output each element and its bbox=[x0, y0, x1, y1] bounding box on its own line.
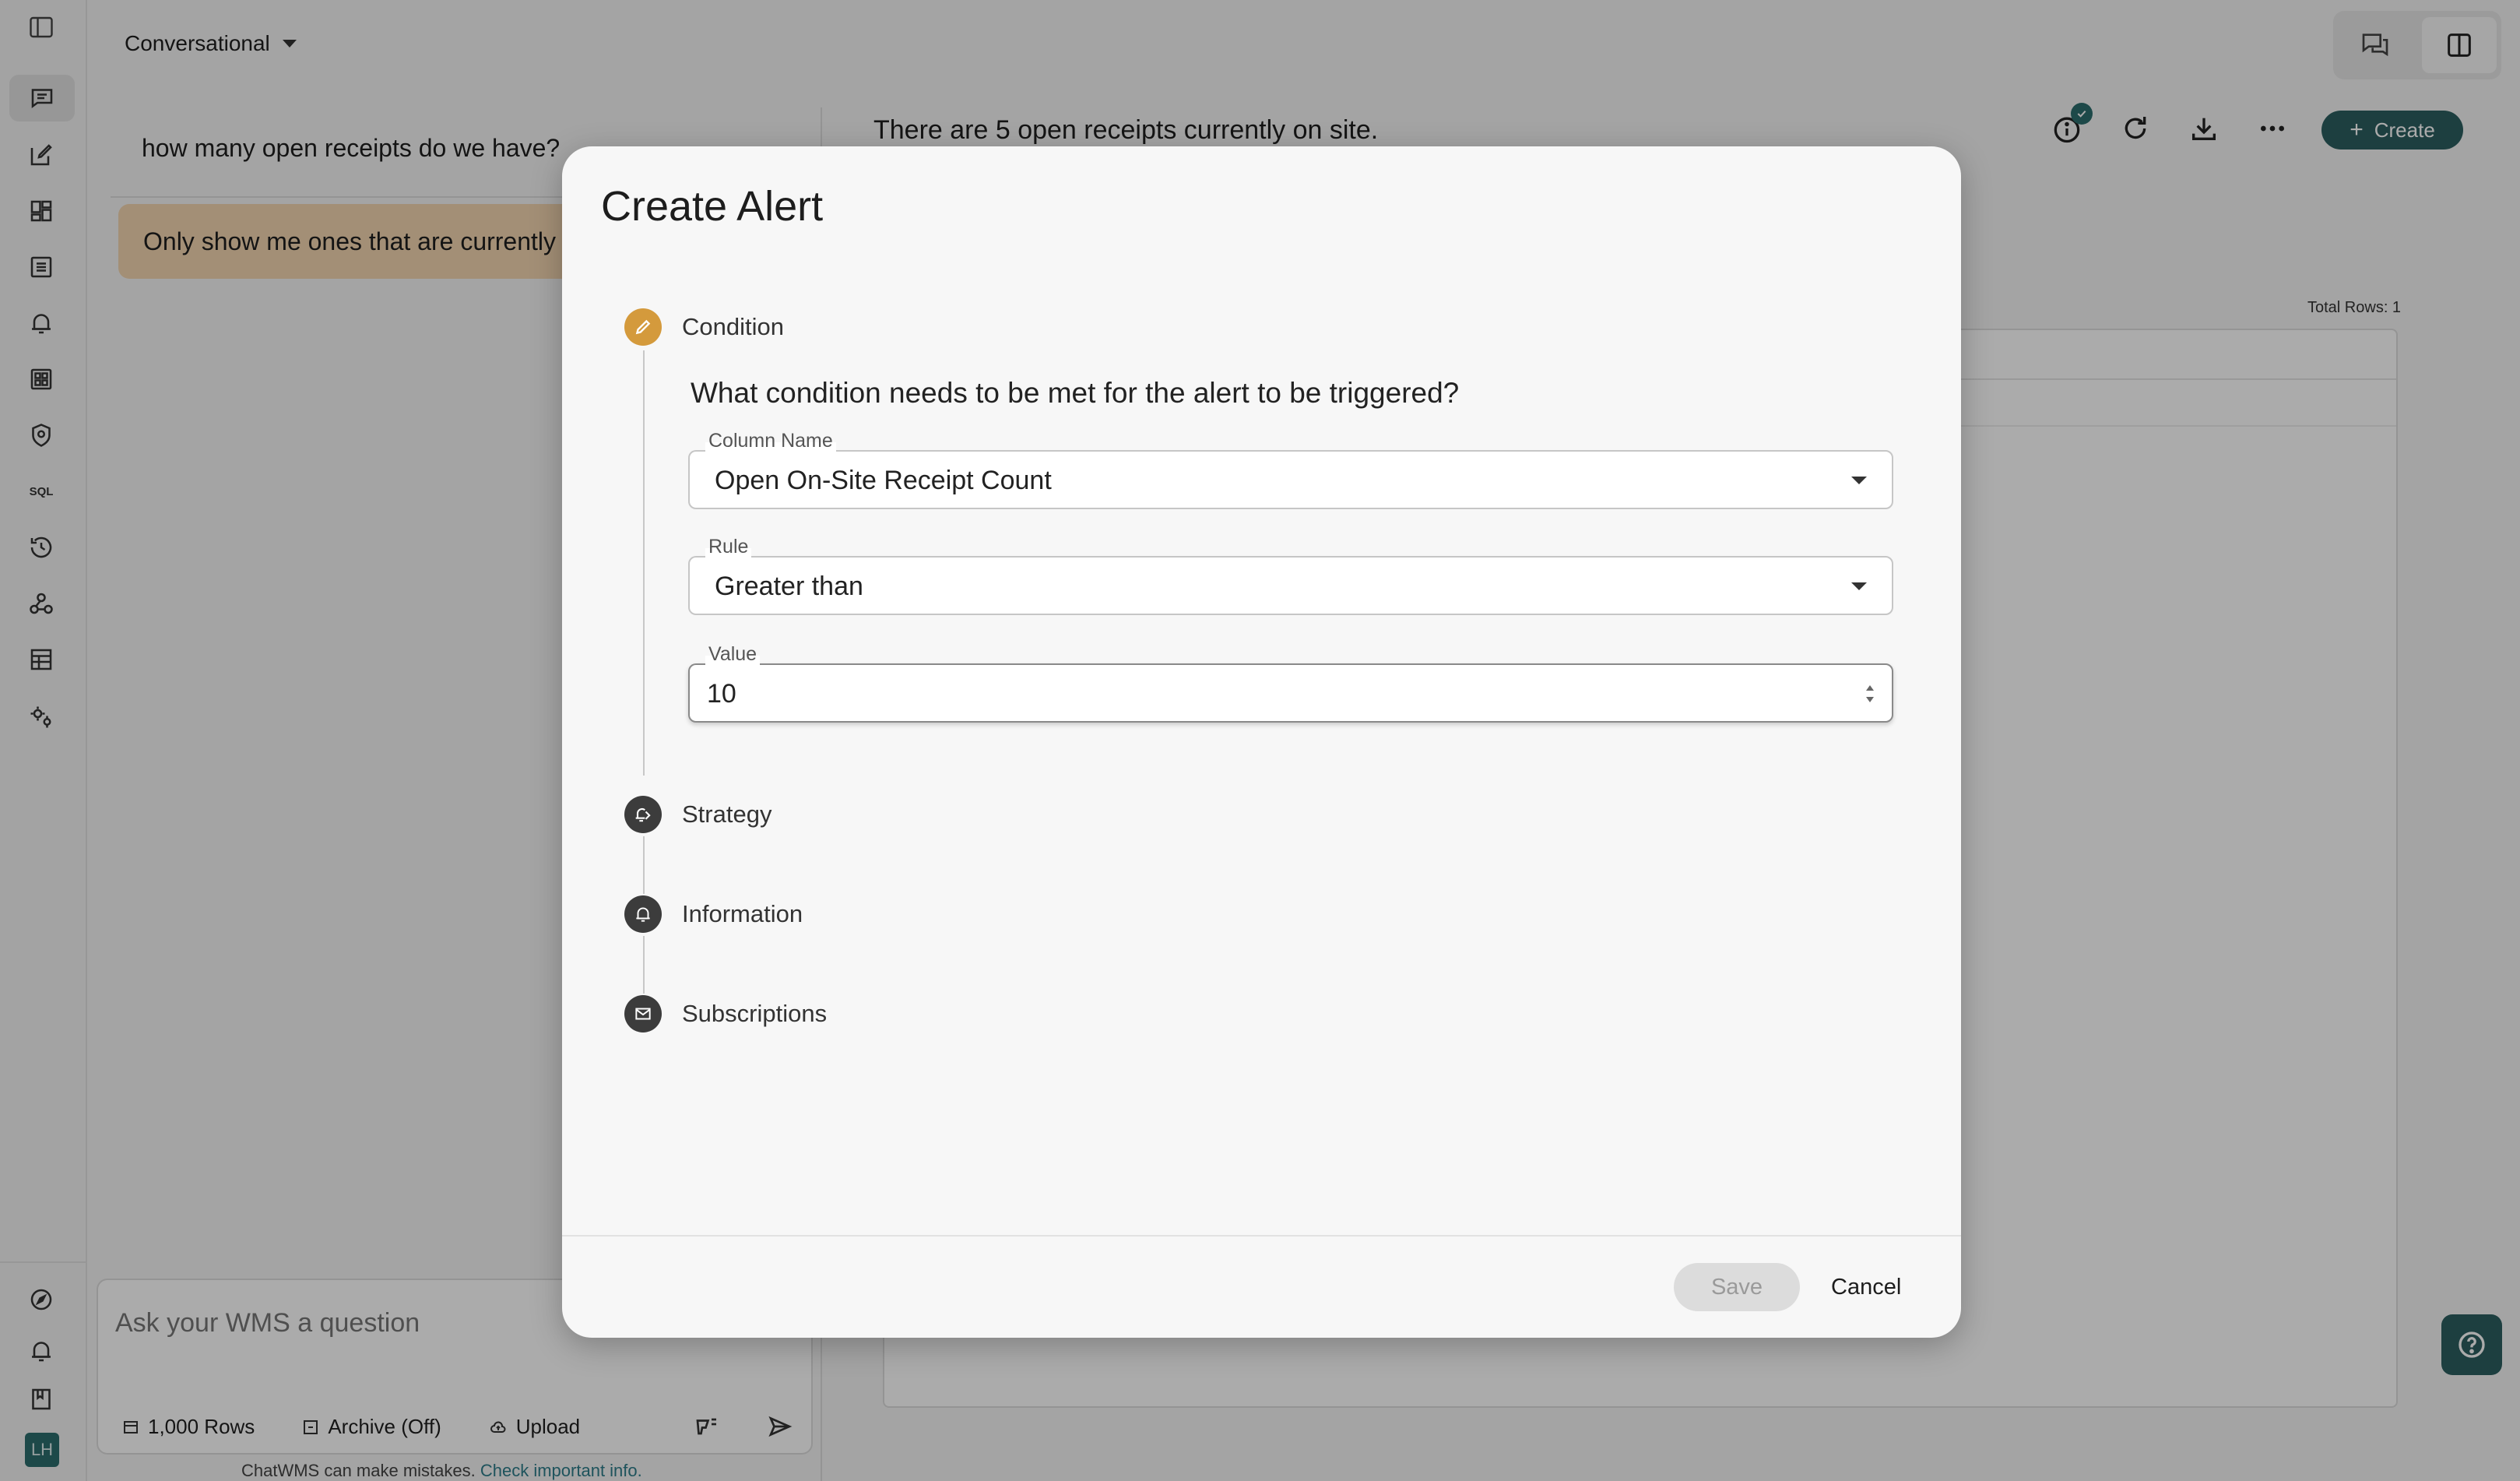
step-label: Information bbox=[682, 900, 803, 927]
save-button[interactable]: Save bbox=[1674, 1263, 1800, 1311]
value-input[interactable]: Value 10 bbox=[688, 643, 1893, 723]
step-label: Condition bbox=[682, 313, 784, 340]
step-subscriptions[interactable]: Subscriptions bbox=[624, 995, 827, 1032]
step-label: Subscriptions bbox=[682, 1000, 828, 1027]
condition-question: What condition needs to be met for the a… bbox=[691, 377, 1460, 409]
column-name-select[interactable]: Column Name Open On-Site Receipt Count bbox=[688, 430, 1893, 509]
step-information[interactable]: Information bbox=[624, 895, 803, 933]
chevron-down-icon bbox=[1851, 582, 1867, 590]
cancel-button[interactable]: Cancel bbox=[1831, 1263, 1901, 1311]
step-condition[interactable]: Condition bbox=[624, 308, 784, 346]
chevron-down-icon bbox=[1851, 477, 1867, 484]
value-text: 10 bbox=[707, 679, 736, 709]
number-stepper-icon[interactable] bbox=[1864, 681, 1876, 707]
step-connector bbox=[643, 936, 645, 994]
pencil-icon bbox=[624, 308, 662, 346]
dialog-footer-divider bbox=[562, 1235, 1961, 1237]
step-strategy[interactable]: Strategy bbox=[624, 796, 771, 833]
step-connector bbox=[643, 350, 645, 776]
rule-select[interactable]: Rule Greater than bbox=[688, 536, 1893, 615]
column-name-value: Open On-Site Receipt Count bbox=[715, 466, 1052, 495]
rule-label: Rule bbox=[705, 536, 752, 558]
value-label: Value bbox=[705, 643, 761, 666]
mail-icon bbox=[624, 995, 662, 1032]
column-name-label: Column Name bbox=[705, 430, 836, 452]
step-connector bbox=[643, 836, 645, 894]
strategy-icon bbox=[624, 796, 662, 833]
dialog-title: Create Alert bbox=[601, 183, 824, 230]
bell-icon bbox=[624, 895, 662, 933]
rule-value: Greater than bbox=[715, 572, 863, 601]
step-label: Strategy bbox=[682, 800, 772, 828]
create-alert-dialog: Create Alert Condition What condition ne… bbox=[562, 146, 1961, 1338]
